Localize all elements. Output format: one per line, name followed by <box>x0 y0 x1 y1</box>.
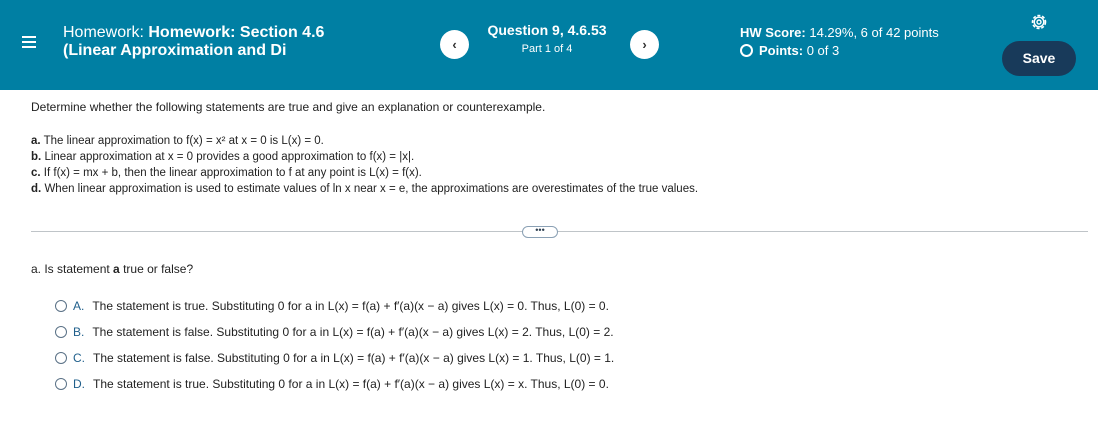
question-bold: a <box>113 262 120 276</box>
question-prefix: a. Is statement <box>31 262 110 276</box>
statement-b: b. Linear approximation at x = 0 provide… <box>31 150 414 164</box>
statement-letter: d. <box>31 183 42 195</box>
choice-b[interactable]: B. The statement is false. Substituting 0… <box>55 325 614 339</box>
choice-text: The statement is false. Substituting 0 f… <box>93 351 615 365</box>
radio-button[interactable] <box>55 352 67 364</box>
choice-letter: D. <box>73 377 85 391</box>
points: Points: 0 of 3 <box>740 43 839 58</box>
choice-a[interactable]: A. The statement is true. Substituting 0 … <box>55 299 609 313</box>
question-prompt: a. Is statement a true or false? <box>31 262 193 276</box>
next-question-button[interactable]: › <box>630 30 659 59</box>
instruction-text: Determine whether the following statemen… <box>31 100 546 114</box>
points-circle-icon <box>740 44 753 57</box>
question-label: Question 9, 4.6.53 <box>487 22 607 38</box>
radio-button[interactable] <box>55 378 67 390</box>
statement-text: If f(x) = mx + b, then the linear approx… <box>43 167 422 179</box>
choice-d[interactable]: D. The statement is true. Substituting 0 … <box>55 377 609 391</box>
choice-text: The statement is false. Substituting 0 f… <box>92 325 614 339</box>
homework-title: Homework: Homework: Section 4.6 (Linear … <box>63 24 324 60</box>
statement-c: c. If f(x) = mx + b, then the linear app… <box>31 166 422 180</box>
hamburger-icon[interactable] <box>22 34 36 50</box>
top-bar: Homework: Homework: Section 4.6 (Linear … <box>0 0 1098 90</box>
part-label: Part 1 of 4 <box>521 43 573 55</box>
choice-text: The statement is true. Substituting 0 fo… <box>93 377 609 391</box>
radio-button[interactable] <box>55 300 67 312</box>
section-divider <box>31 231 1088 232</box>
previous-question-button[interactable]: ‹ <box>440 30 469 59</box>
save-button[interactable]: Save <box>1002 41 1076 76</box>
points-label: Points: <box>759 43 804 58</box>
title-prefix: Homework: <box>63 24 144 41</box>
choice-letter: C. <box>73 351 85 365</box>
radio-button[interactable] <box>55 326 67 338</box>
choice-letter: B. <box>73 325 85 339</box>
hw-score: HW Score: 14.29%, 6 of 42 points <box>740 25 939 40</box>
statement-letter: b. <box>31 151 42 163</box>
choice-c[interactable]: C. The statement is false. Substituting 0… <box>55 351 614 365</box>
expand-more-button[interactable]: ••• <box>522 226 558 238</box>
statement-letter: a. <box>31 135 41 147</box>
choice-text: The statement is true. Substituting 0 fo… <box>92 299 609 313</box>
choice-letter: A. <box>73 299 85 313</box>
points-value: 0 of 3 <box>806 43 840 58</box>
hw-score-value: 14.29%, 6 of 42 points <box>809 25 939 40</box>
statement-text: Linear approximation at x = 0 provides a… <box>44 151 415 163</box>
title-line2: (Linear Approximation and Di <box>63 42 287 59</box>
statement-text: The linear approximation to f(x) = x² at… <box>43 135 324 147</box>
question-suffix: true or false? <box>123 262 194 276</box>
statement-a: a. The linear approximation to f(x) = x²… <box>31 134 324 148</box>
statement-d: d. When linear approximation is used to … <box>31 182 698 196</box>
statement-letter: c. <box>31 167 41 179</box>
gear-icon[interactable] <box>1029 12 1049 32</box>
statement-text: When linear approximation is used to est… <box>44 183 699 195</box>
hw-score-label: HW Score: <box>740 25 806 40</box>
title-bold: Homework: Section 4.6 <box>148 24 325 41</box>
